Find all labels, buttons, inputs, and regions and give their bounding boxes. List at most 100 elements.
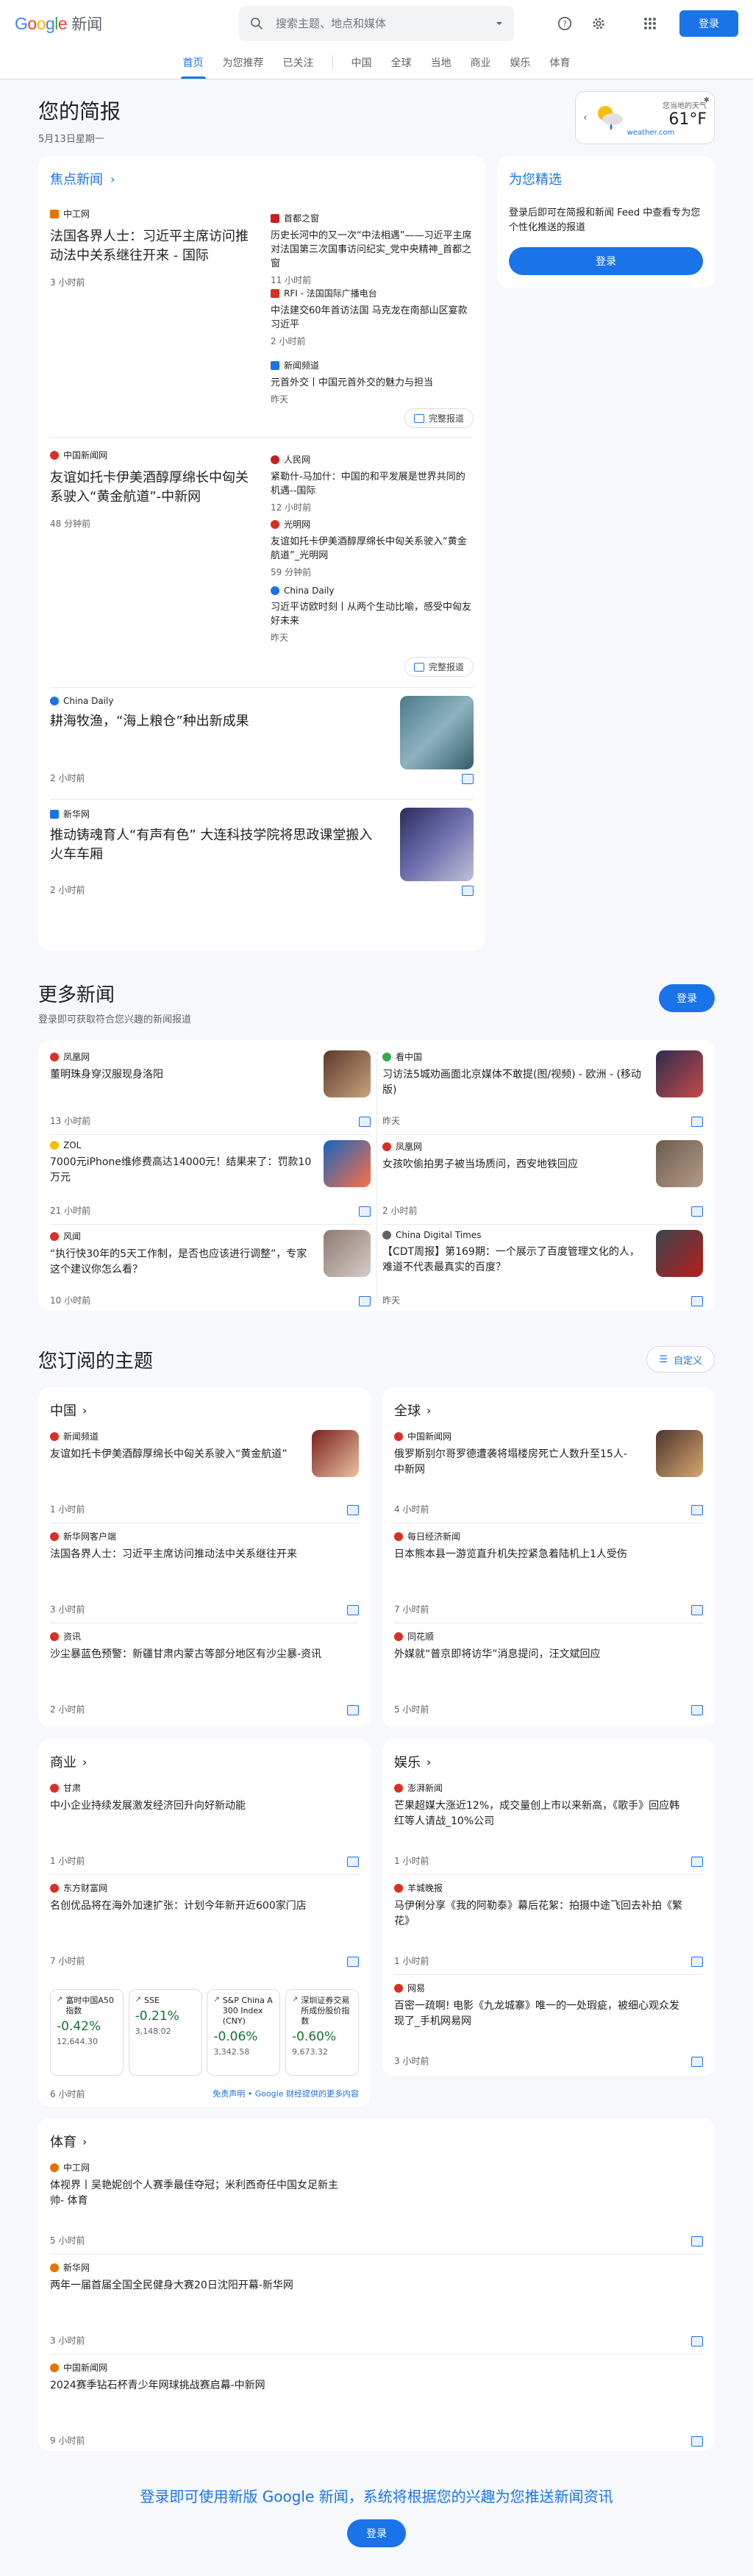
tab-entertainment[interactable]: 娱乐 bbox=[501, 55, 540, 79]
more-news-item[interactable]: 凤凰网 女孩吹偷拍男子被当场质问，西安地铁回应 2 小时前 bbox=[382, 1140, 703, 1217]
news-title[interactable]: 习访法5城劝画面北京媒体不敢提(图/视频) - 欧洲 - (移动版) bbox=[382, 1067, 647, 1098]
more-news-item[interactable]: China Digital Times 【CDT周报】第169期：一个展示了百度管… bbox=[382, 1230, 703, 1306]
stock-index-card[interactable]: ↗ 深圳证券交易所成份股价指数 -0.60% 9,673.32 bbox=[285, 1989, 359, 2076]
more-news-item[interactable]: 凤凰网 董明珠身穿汉服现身洛阳 13 小时前 bbox=[50, 1050, 371, 1127]
sub-story[interactable]: 光明网 友谊如托卡伊美酒醇厚绵长中匈关系驶入“黄金航道”_光明网 59 分钟前 bbox=[271, 518, 474, 586]
topic-story[interactable]: 澎湃新闻 芒果超媒大涨近12%，成交量创上市以来新高，《歌手》回应韩红等人请战_1… bbox=[394, 1782, 703, 1867]
search-input[interactable] bbox=[276, 17, 495, 30]
news-title[interactable]: 7000元iPhone维修费高达14000元！结果来了：罚款10万元 bbox=[50, 1155, 315, 1186]
chevron-left-icon[interactable]: ‹ bbox=[583, 112, 588, 124]
stock-index-card[interactable]: ↗ S&P China A 300 Index (CNY) -0.06% 3,342.… bbox=[207, 1989, 281, 2076]
cluster-main-story[interactable]: 中国新闻网 友谊如托卡伊美酒醇厚绵长中匈关系驶入“黄金航道”-中新网 48 分钟… bbox=[50, 449, 260, 530]
news-title[interactable]: 女孩吹偷拍男子被当场质问，西安地铁回应 bbox=[382, 1157, 647, 1173]
news-title[interactable]: “执行快30年的5天工作制，是否也应该进行调整”，专家这个建议你怎么看？ bbox=[50, 1247, 315, 1278]
stock-index-card[interactable]: ↗ 富时中国A50指数 -0.42% 12,644.30 bbox=[50, 1989, 124, 2076]
topic-story[interactable]: 资讯 沙尘暴蓝色预警：新疆甘肃内蒙古等部分地区有沙尘暴-资讯 2 小时前 bbox=[50, 1630, 359, 1715]
story-title[interactable]: 法国各界人士：习近平主席访问推动法中关系继往开来 bbox=[50, 1547, 344, 1562]
tab-business[interactable]: 商业 bbox=[461, 55, 501, 79]
full-coverage-icon[interactable] bbox=[691, 1705, 703, 1715]
search-box[interactable] bbox=[239, 6, 514, 41]
full-coverage-icon[interactable] bbox=[359, 1296, 371, 1306]
topic-heading[interactable]: 商业 › bbox=[38, 1739, 371, 1782]
tab-home[interactable]: 首页 bbox=[174, 55, 213, 79]
sub-story[interactable]: China Daily 习近平访欧时刻丨从两个生动比喻，感受中匈友好未来 昨天 bbox=[271, 586, 474, 644]
help-icon[interactable]: ? bbox=[550, 9, 579, 38]
topic-story[interactable]: 新华网 两年一届首届全国全民健身大赛20日沈阳开幕-新华网 3 小时前 bbox=[50, 2261, 703, 2346]
topic-story[interactable]: 羊城晚报 马伊俐分享《我的阿勒泰》幕后花絮：拍摄中途飞回去补拍《繁花》 1 小时前 bbox=[394, 1882, 703, 1967]
tab-following[interactable]: 已关注 bbox=[274, 55, 324, 79]
story-title[interactable]: 友谊如托卡伊美酒醇厚绵长中匈关系驶入“黄金航道”-中新网 bbox=[50, 469, 260, 507]
full-coverage-icon[interactable] bbox=[691, 2236, 703, 2246]
full-coverage-icon[interactable] bbox=[347, 1957, 359, 1967]
weather-source-link[interactable]: weather.com bbox=[627, 129, 707, 137]
story-title[interactable]: 中小企业持续发展激发经济回升向好新动能 bbox=[50, 1798, 344, 1814]
topic-heading[interactable]: 体育 › bbox=[38, 2118, 715, 2161]
full-coverage-icon[interactable] bbox=[691, 2057, 703, 2067]
top-stories-heading[interactable]: 焦点新闻 › bbox=[38, 156, 485, 202]
full-coverage-icon[interactable] bbox=[347, 1605, 359, 1615]
more-news-login-button[interactable]: 登录 bbox=[659, 984, 715, 1012]
tab-sports[interactable]: 体育 bbox=[540, 55, 580, 79]
full-coverage-icon[interactable] bbox=[691, 1505, 703, 1515]
dropdown-arrow-icon[interactable] bbox=[495, 19, 504, 28]
story-title[interactable]: 芒果超媒大涨近12%，成交量创上市以来新高，《歌手》回应韩红等人请战_10%公司 bbox=[394, 1798, 688, 1829]
sub-story[interactable]: 人民网 紧勒什-马加什：中国的和平发展是世界共同的机遇--国际 12 小时前 bbox=[271, 453, 474, 518]
news-title[interactable]: 【CDT周报】第169期：一个展示了百度管理文化的人，难道不代表最真实的百度？ bbox=[382, 1245, 647, 1275]
full-coverage-button[interactable]: 完整报道 bbox=[404, 657, 474, 677]
story-title[interactable]: 百密一疏啊! 电影《九龙城寨》唯一的一处瑕疵，被细心观众发现了_手机网易网 bbox=[394, 1999, 688, 2029]
single-story[interactable]: China Daily 耕海牧渔，“海上粮仓”种出新成果 2 小时前 bbox=[50, 696, 474, 791]
full-coverage-icon[interactable] bbox=[691, 2436, 703, 2447]
story-title[interactable]: 俄罗斯别尔哥罗德遭袭将塌楼房死亡人数升至15人-中新网 bbox=[394, 1447, 637, 1478]
story-title[interactable]: 马伊俐分享《我的阿勒泰》幕后花絮：拍摄中途飞回去补拍《繁花》 bbox=[394, 1899, 688, 1929]
story-title[interactable]: 2024赛季钻石杯青少年网球挑战赛启幕-中新网 bbox=[50, 2378, 344, 2394]
full-coverage-icon[interactable] bbox=[691, 1605, 703, 1615]
full-coverage-icon[interactable] bbox=[359, 1117, 371, 1127]
topic-story[interactable]: 甘肃 中小企业持续发展激发经济回升向好新动能 1 小时前 bbox=[50, 1782, 359, 1867]
tab-china[interactable]: 中国 bbox=[342, 55, 382, 79]
more-news-item[interactable]: ZOL 7000元iPhone维修费高达14000元！结果来了：罚款10万元 21 … bbox=[50, 1140, 371, 1217]
full-coverage-button[interactable]: 完整报道 bbox=[404, 408, 474, 428]
topic-story[interactable]: 同花顺 外媒就“普京即将访华”消息提问，汪文斌回应 5 小时前 bbox=[394, 1630, 703, 1715]
topic-story[interactable]: 新华网客户端 法国各界人士：习近平主席访问推动法中关系继往开来 3 小时前 bbox=[50, 1530, 359, 1615]
full-coverage-icon[interactable] bbox=[691, 1957, 703, 1967]
topic-heading[interactable]: 全球 › bbox=[382, 1387, 715, 1430]
story-title[interactable]: 沙尘暴蓝色预警：新疆甘肃内蒙古等部分地区有沙尘暴-资讯 bbox=[50, 1647, 344, 1662]
topic-story[interactable]: 每日经济新闻 日本熊本县一游览直升机失控紧急着陆机上1人受伤 7 小时前 bbox=[394, 1530, 703, 1615]
full-coverage-icon[interactable] bbox=[691, 1117, 703, 1127]
topic-story[interactable]: 中国新闻网 俄罗斯别尔哥罗德遭袭将塌楼房死亡人数升至15人-中新网 4 小时前 bbox=[394, 1430, 703, 1515]
customize-button[interactable]: ☰ 自定义 bbox=[646, 1346, 715, 1373]
header-login-button[interactable]: 登录 bbox=[679, 10, 738, 37]
weather-settings-icon[interactable]: ✱ bbox=[704, 96, 710, 104]
topic-heading[interactable]: 娱乐 › bbox=[382, 1739, 715, 1782]
sub-story[interactable]: RFI - 法国国际广播电台 中法建交60年首访法国 马克龙在南部山区宴款习近平… bbox=[271, 287, 474, 359]
full-coverage-icon[interactable] bbox=[347, 1857, 359, 1867]
news-title[interactable]: 董明珠身穿汉服现身洛阳 bbox=[50, 1067, 315, 1083]
more-news-item[interactable]: 风闻 “执行快30年的5天工作制，是否也应该进行调整”，专家这个建议你怎么看？ 10… bbox=[50, 1230, 371, 1306]
tab-for-you[interactable]: 为您推荐 bbox=[213, 55, 274, 79]
topic-story[interactable]: 网易 百密一疏啊! 电影《九龙城寨》唯一的一处瑕疵，被细心观众发现了_手机网易网 3… bbox=[394, 1982, 703, 2067]
finance-disclaimer-link[interactable]: 免责声明 • Google 财经提供的更多内容 bbox=[213, 2088, 359, 2099]
full-coverage-icon[interactable] bbox=[691, 1296, 703, 1306]
weather-widget[interactable]: ‹ 您当地的天气 61°F weather.com ✱ bbox=[575, 91, 715, 144]
single-story[interactable]: 新华网 推动铸魂育人“有声有色” 大连科技学院将思政课堂搬入火车车厢 2 小时前 bbox=[50, 808, 474, 903]
settings-gear-icon[interactable] bbox=[584, 9, 613, 38]
sub-story[interactable]: 新闻频道 元首外交丨中国元首外交的魅力与担当 昨天 bbox=[271, 359, 474, 405]
topic-story[interactable]: 东方财富网 名创优品将在海外加速扩张：计划今年新开近600家门店 7 小时前 bbox=[50, 1882, 359, 1967]
topic-story[interactable]: 中国新闻网 2024赛季钻石杯青少年网球挑战赛启幕-中新网 9 小时前 bbox=[50, 2361, 703, 2447]
full-coverage-icon[interactable] bbox=[359, 1206, 371, 1217]
full-coverage-icon[interactable] bbox=[691, 2336, 703, 2346]
more-news-item[interactable]: 看中国 习访法5城劝画面北京媒体不敢提(图/视频) - 欧洲 - (移动版) 昨天 bbox=[382, 1050, 703, 1127]
footer-login-button[interactable]: 登录 bbox=[347, 2519, 406, 2547]
story-title[interactable]: 友谊如托卡伊美酒醇厚绵长中匈关系驶入“黄金航道” bbox=[50, 1447, 293, 1462]
full-coverage-icon[interactable] bbox=[347, 1705, 359, 1715]
stock-index-card[interactable]: ↗ SSE -0.21% 3,148.02 bbox=[128, 1989, 202, 2076]
tab-local[interactable]: 当地 bbox=[421, 55, 461, 79]
apps-grid-icon[interactable] bbox=[635, 9, 665, 38]
topic-heading[interactable]: 中国 › bbox=[38, 1387, 371, 1430]
story-title[interactable]: 外媒就“普京即将访华”消息提问，汪文斌回应 bbox=[394, 1647, 688, 1662]
full-coverage-icon[interactable] bbox=[691, 1206, 703, 1217]
google-news-logo[interactable]: Google 新闻 bbox=[15, 13, 102, 35]
sub-story[interactable]: 首都之窗 历史长河中的又一次“中法相遇”——习近平主席对法国第三次国事访问纪实_… bbox=[271, 212, 474, 287]
search-icon[interactable] bbox=[249, 16, 264, 31]
story-title[interactable]: 两年一届首届全国全民健身大赛20日沈阳开幕-新华网 bbox=[50, 2278, 344, 2294]
